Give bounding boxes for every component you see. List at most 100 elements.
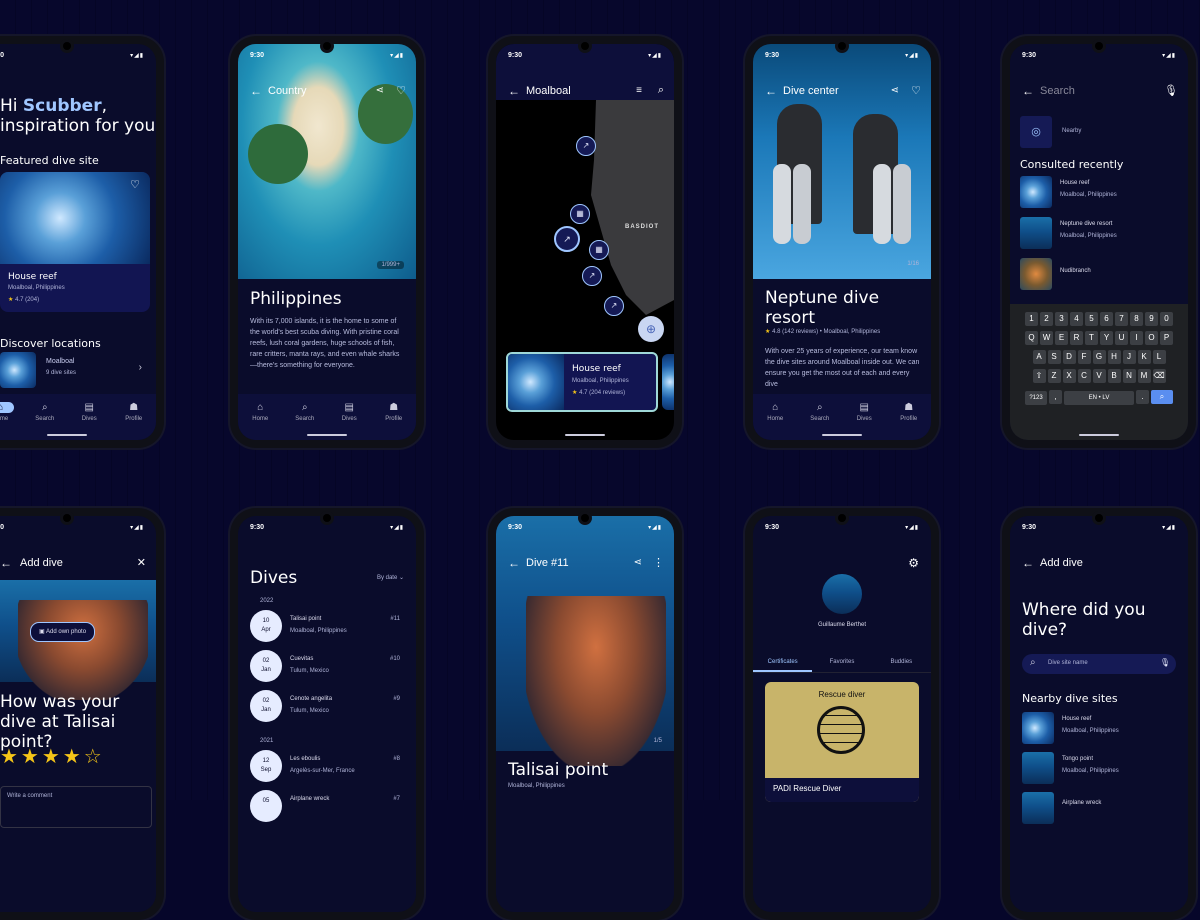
key[interactable]: L — [1152, 350, 1166, 364]
map-pin-selected[interactable]: ↗ — [554, 226, 580, 252]
comment-field[interactable]: Write a comment — [0, 786, 152, 828]
shift-icon[interactable]: ⇧ — [1032, 369, 1046, 383]
key[interactable]: B — [1107, 369, 1121, 383]
nearby-item[interactable]: Tongo point Moalboal, Philippines — [1022, 750, 1178, 786]
back-arrow-icon[interactable]: ← — [508, 556, 520, 570]
nearby-row[interactable]: ◎ Nearby — [1020, 116, 1180, 148]
nearby-item[interactable]: Airplane wreck — [1022, 790, 1178, 826]
heart-icon[interactable]: ♡ — [396, 84, 406, 97]
next-card-peek[interactable] — [662, 354, 674, 410]
key[interactable]: 2 — [1040, 312, 1053, 326]
key[interactable]: P — [1160, 331, 1173, 345]
close-icon[interactable]: ✕ — [137, 556, 146, 569]
back-arrow-icon[interactable]: ← — [250, 84, 262, 98]
site-card[interactable]: House reef Moalboal, Philippines ★ 4.7 (… — [506, 352, 658, 412]
key[interactable]: 0 — [1160, 312, 1173, 326]
key[interactable]: I — [1130, 331, 1143, 345]
key[interactable]: A — [1032, 350, 1046, 364]
dive-row[interactable]: 02 Jan Cuevitas Tulum, Mexico #10 — [250, 650, 404, 688]
nav-profile[interactable]: ☗ Profile — [889, 394, 929, 440]
nav-profile[interactable]: ☗ Profile — [374, 394, 414, 440]
map-pin-dive[interactable]: ↗ — [576, 136, 596, 156]
heart-icon[interactable]: ♡ — [130, 178, 140, 191]
nav-home[interactable]: ⌂ Home — [755, 394, 795, 440]
symbols-key[interactable]: ?123 — [1025, 391, 1047, 405]
share-icon[interactable]: ⋖ — [891, 85, 899, 96]
key[interactable]: 3 — [1055, 312, 1068, 326]
locate-button[interactable]: ⊕ — [638, 316, 664, 342]
key[interactable]: Q — [1025, 331, 1038, 345]
search-input[interactable]: Search — [1040, 85, 1075, 97]
key[interactable]: 5 — [1085, 312, 1098, 326]
tab-certificates[interactable]: Certificates — [753, 652, 813, 672]
map-pin-shop[interactable]: ▦ — [589, 240, 609, 260]
sort-dropdown[interactable]: By date ⌄ — [377, 574, 404, 581]
tab-favorites[interactable]: Favorites — [812, 652, 871, 672]
star-rating[interactable]: ★★★★☆ — [0, 744, 105, 769]
key[interactable]: K — [1137, 350, 1151, 364]
heart-icon[interactable]: ♡ — [911, 84, 921, 97]
nav-home[interactable]: ⌂ Home — [240, 394, 280, 440]
tab-buddies[interactable]: Buddies — [872, 652, 931, 672]
map-pin-dive[interactable]: ↗ — [582, 266, 602, 286]
key[interactable]: F — [1077, 350, 1091, 364]
microphone-icon[interactable]: 🎙 — [1164, 84, 1178, 97]
back-arrow-icon[interactable]: ← — [765, 84, 777, 98]
location-item[interactable]: Moalboal 9 dive sites › — [0, 352, 150, 388]
key[interactable]: D — [1062, 350, 1076, 364]
key[interactable]: R — [1070, 331, 1083, 345]
key[interactable]: N — [1122, 369, 1136, 383]
back-arrow-icon[interactable]: ← — [1022, 84, 1034, 98]
key[interactable]: W — [1040, 331, 1053, 345]
add-photo-button[interactable]: ▣ Add own photo — [30, 622, 96, 642]
comma-key[interactable]: , — [1049, 390, 1062, 404]
certificate-card[interactable]: Rescue diver PADI Rescue Diver — [765, 682, 919, 802]
dive-row[interactable]: 05 Airplane wreck #7 — [250, 790, 404, 828]
key[interactable]: J — [1122, 350, 1136, 364]
key[interactable]: 7 — [1115, 312, 1128, 326]
key[interactable]: V — [1092, 369, 1106, 383]
share-icon[interactable]: ⋖ — [634, 557, 642, 568]
key[interactable]: H — [1107, 350, 1121, 364]
dive-row[interactable]: 12 Sep Les eboulis Argelès-sur-Mer, Franc… — [250, 750, 404, 788]
more-icon[interactable]: ⋮ — [653, 556, 664, 569]
microphone-icon[interactable]: 🎙 — [1160, 658, 1170, 667]
key[interactable]: 6 — [1100, 312, 1113, 326]
recent-item[interactable]: Neptune dive resort Moalboal, Philippine… — [1020, 215, 1178, 251]
dive-row[interactable]: 10 Apr Talisai point Moalboal, Philippine… — [250, 610, 404, 648]
key[interactable]: 8 — [1130, 312, 1143, 326]
nav-profile[interactable]: ☗ Profile — [114, 394, 154, 440]
key[interactable]: 1 — [1025, 312, 1038, 326]
key[interactable]: T — [1085, 331, 1098, 345]
key[interactable]: X — [1062, 369, 1076, 383]
search-icon[interactable]: ⌕ — [658, 84, 664, 97]
key[interactable]: O — [1145, 331, 1158, 345]
backspace-icon[interactable]: ⌫ — [1152, 369, 1166, 383]
dive-site-search[interactable]: ⌕ Dive site name 🎙 — [1022, 654, 1176, 674]
back-arrow-icon[interactable]: ← — [508, 84, 520, 98]
recent-item[interactable]: Nudibranch — [1020, 256, 1178, 292]
search-key[interactable]: ⌕ — [1151, 390, 1173, 404]
map-pin-shop[interactable]: ▦ — [570, 204, 590, 224]
key[interactable]: C — [1077, 369, 1091, 383]
gear-icon[interactable]: ⚙ — [908, 556, 919, 570]
featured-card[interactable]: ♡ House reef Moalboal, Philippines ★ 4.7… — [0, 172, 150, 312]
space-key[interactable]: EN • LV — [1064, 391, 1134, 405]
back-arrow-icon[interactable]: ← — [0, 556, 12, 570]
recent-item[interactable]: House reef Moalboal, Philippines — [1020, 174, 1178, 210]
key[interactable]: Y — [1100, 331, 1113, 345]
key[interactable]: E — [1055, 331, 1068, 345]
period-key[interactable]: . — [1136, 390, 1149, 404]
share-icon[interactable]: ⋖ — [376, 85, 384, 96]
back-arrow-icon[interactable]: ← — [1022, 556, 1034, 570]
key[interactable]: Z — [1047, 369, 1061, 383]
key[interactable]: G — [1092, 350, 1106, 364]
filter-icon[interactable]: ≡ — [636, 85, 642, 96]
key[interactable]: 9 — [1145, 312, 1158, 326]
nav-home[interactable]: ⌂ Home — [0, 394, 20, 440]
key[interactable]: M — [1137, 369, 1151, 383]
dive-row[interactable]: 02 Jan Cenote angelita Tulum, Mexico #9 — [250, 690, 404, 728]
map-pin-dive[interactable]: ↗ — [604, 296, 624, 316]
key[interactable]: 4 — [1070, 312, 1083, 326]
key[interactable]: U — [1115, 331, 1128, 345]
